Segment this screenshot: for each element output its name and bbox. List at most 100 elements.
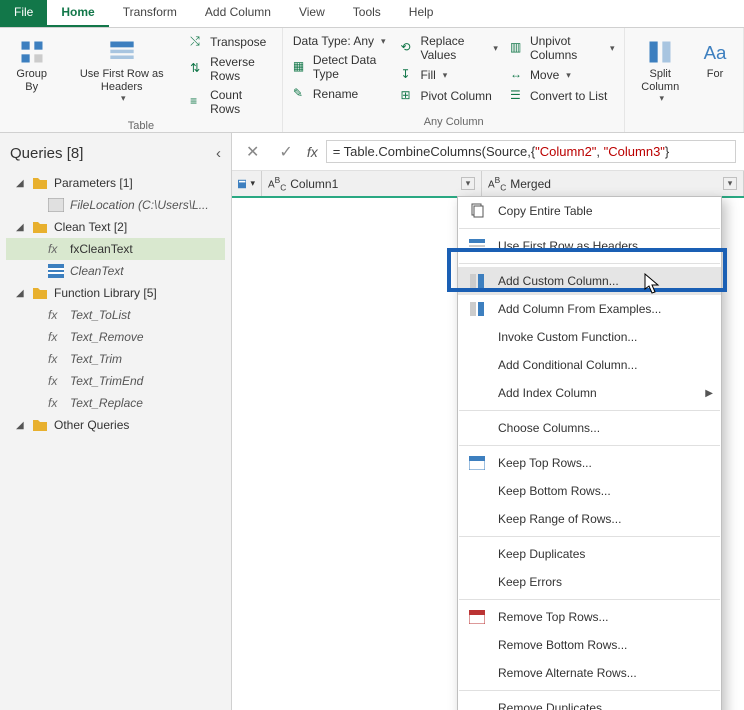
menu-item[interactable]: Keep Top Rows...: [458, 449, 721, 477]
group-by-label: Group By: [12, 68, 51, 93]
menu-item-label: Use First Row as Headers: [498, 239, 638, 253]
rename-button[interactable]: ✎Rename: [289, 84, 393, 104]
menu-item[interactable]: Add Custom Column...: [458, 267, 721, 295]
menu-item[interactable]: Keep Bottom Rows...: [458, 477, 721, 505]
menu-item[interactable]: Use First Row as Headers: [458, 232, 721, 260]
detect-type-button[interactable]: ▦Detect Data Type: [289, 51, 393, 83]
collapse-icon[interactable]: ‹: [216, 145, 221, 162]
table-context-menu: Copy Entire Table Use First Row as Header…: [457, 196, 722, 710]
filter-dropdown-icon[interactable]: ▾: [461, 177, 475, 190]
data-type-button[interactable]: Data Type: Any: [289, 32, 393, 50]
unpivot-button[interactable]: ▥Unpivot Columns: [506, 32, 619, 64]
menu-item[interactable]: Remove Bottom Rows...: [458, 631, 721, 659]
tab-add-column[interactable]: Add Column: [191, 0, 285, 27]
tab-tools[interactable]: Tools: [339, 0, 395, 27]
menu-item-label: Invoke Custom Function...: [498, 330, 637, 344]
tree-group[interactable]: ◢Parameters [1]: [6, 172, 225, 194]
folder-icon: [32, 418, 48, 432]
tree-item[interactable]: fxfxCleanText: [6, 238, 225, 260]
folder-icon: [32, 286, 48, 300]
menu-item-label: Remove Top Rows...: [498, 610, 609, 624]
pivot-column-button[interactable]: ⊞Pivot Column: [396, 86, 501, 106]
menu-item-icon: [466, 482, 488, 500]
formula-input[interactable]: = Table.CombineColumns(Source,{"Column2"…: [326, 140, 736, 163]
menu-item-icon: [466, 419, 488, 437]
menu-item[interactable]: Remove Alternate Rows...: [458, 659, 721, 687]
tab-view[interactable]: View: [285, 0, 339, 27]
tree-item[interactable]: fxText_Replace: [6, 392, 225, 414]
accept-formula-button[interactable]: ✓: [273, 142, 298, 162]
menu-item-icon: [466, 573, 488, 591]
queries-header[interactable]: Queries [8] ‹: [0, 139, 231, 168]
column-header-2[interactable]: ABC Merged ▾: [482, 171, 744, 196]
tree-item[interactable]: CleanText: [6, 260, 225, 282]
menu-tabs: File Home Transform Add Column View Tool…: [0, 0, 744, 28]
table-group-label: Table: [6, 118, 276, 132]
menu-separator: [459, 410, 720, 411]
menu-separator: [459, 536, 720, 537]
data-grid: ▾ ABC Column1 ▾ ABC Merged ▾ stan",::",:…: [232, 171, 744, 710]
menu-item[interactable]: Add Conditional Column...: [458, 351, 721, 379]
caret-down-icon: ◢: [16, 288, 26, 299]
tree-group[interactable]: ◢Other Queries: [6, 414, 225, 436]
format-button[interactable]: Aa For: [693, 32, 737, 108]
menu-item-icon: [466, 300, 488, 318]
convert-list-button[interactable]: ☰Convert to List: [506, 86, 619, 106]
list-icon: ☰: [510, 88, 526, 104]
move-icon: ↔: [510, 67, 526, 83]
menu-item-icon: [466, 636, 488, 654]
menu-item[interactable]: Copy Entire Table: [458, 197, 721, 225]
replace-values-button[interactable]: ⟲Replace Values: [396, 32, 501, 64]
use-first-row-button[interactable]: Use First Row as Headers: [61, 32, 182, 118]
menu-item-icon: [466, 608, 488, 626]
table-icon: [106, 36, 138, 68]
tree-group[interactable]: ◢Function Library [5]: [6, 282, 225, 304]
transpose-button[interactable]: ⤭Transpose: [186, 32, 276, 52]
table-menu-button[interactable]: ▾: [232, 171, 262, 196]
split-icon: [644, 36, 676, 68]
tree-item[interactable]: fxText_ToList: [6, 304, 225, 326]
menu-item[interactable]: Choose Columns...: [458, 414, 721, 442]
abc-type-icon: ABC: [488, 175, 506, 192]
tree-group[interactable]: ◢Clean Text [2]: [6, 216, 225, 238]
caret-down-icon: ◢: [16, 178, 26, 189]
fx-icon: fx: [48, 374, 64, 388]
rename-icon: ✎: [293, 86, 309, 102]
param-icon: [48, 198, 64, 212]
folder-icon: [32, 176, 48, 190]
menu-item[interactable]: Keep Errors: [458, 568, 721, 596]
cancel-formula-button[interactable]: ✕: [240, 142, 265, 162]
grid-header: ▾ ABC Column1 ▾ ABC Merged ▾: [232, 171, 744, 198]
menu-item-icon: [466, 454, 488, 472]
tree-item[interactable]: fxText_TrimEnd: [6, 370, 225, 392]
move-button[interactable]: ↔Move: [506, 65, 619, 85]
count-rows-button[interactable]: ≡Count Rows: [186, 86, 276, 118]
fill-button[interactable]: ↧Fill: [396, 65, 501, 85]
abc-type-icon: ABC: [268, 175, 286, 192]
menu-item[interactable]: Invoke Custom Function...: [458, 323, 721, 351]
tree-item[interactable]: fxText_Remove: [6, 326, 225, 348]
menu-item[interactable]: Remove Duplicates: [458, 694, 721, 710]
reverse-rows-button[interactable]: ⇅Reverse Rows: [186, 53, 276, 85]
tab-transform[interactable]: Transform: [109, 0, 191, 27]
ribbon: Group By Use First Row as Headers ⤭Trans…: [0, 28, 744, 133]
fx-icon[interactable]: fx: [307, 144, 318, 160]
tree-item[interactable]: FileLocation (C:\Users\L...: [6, 194, 225, 216]
menu-item-label: Keep Range of Rows...: [498, 512, 621, 526]
tab-home[interactable]: Home: [47, 0, 108, 27]
group-by-button[interactable]: Group By: [6, 32, 57, 118]
menu-item[interactable]: Keep Duplicates: [458, 540, 721, 568]
split-column-button[interactable]: Split Column: [631, 32, 689, 108]
menu-item[interactable]: Keep Range of Rows...: [458, 505, 721, 533]
menu-item-label: Remove Duplicates: [498, 701, 602, 710]
tab-file[interactable]: File: [0, 0, 47, 27]
detect-icon: ▦: [293, 59, 309, 75]
tab-help[interactable]: Help: [395, 0, 448, 27]
tree-item[interactable]: fxText_Trim: [6, 348, 225, 370]
menu-item[interactable]: Add Index Column▶: [458, 379, 721, 407]
menu-separator: [459, 263, 720, 264]
menu-item[interactable]: Add Column From Examples...: [458, 295, 721, 323]
column-header-1[interactable]: ABC Column1 ▾: [262, 171, 482, 196]
filter-dropdown-icon[interactable]: ▾: [723, 177, 737, 190]
menu-item[interactable]: Remove Top Rows...: [458, 603, 721, 631]
